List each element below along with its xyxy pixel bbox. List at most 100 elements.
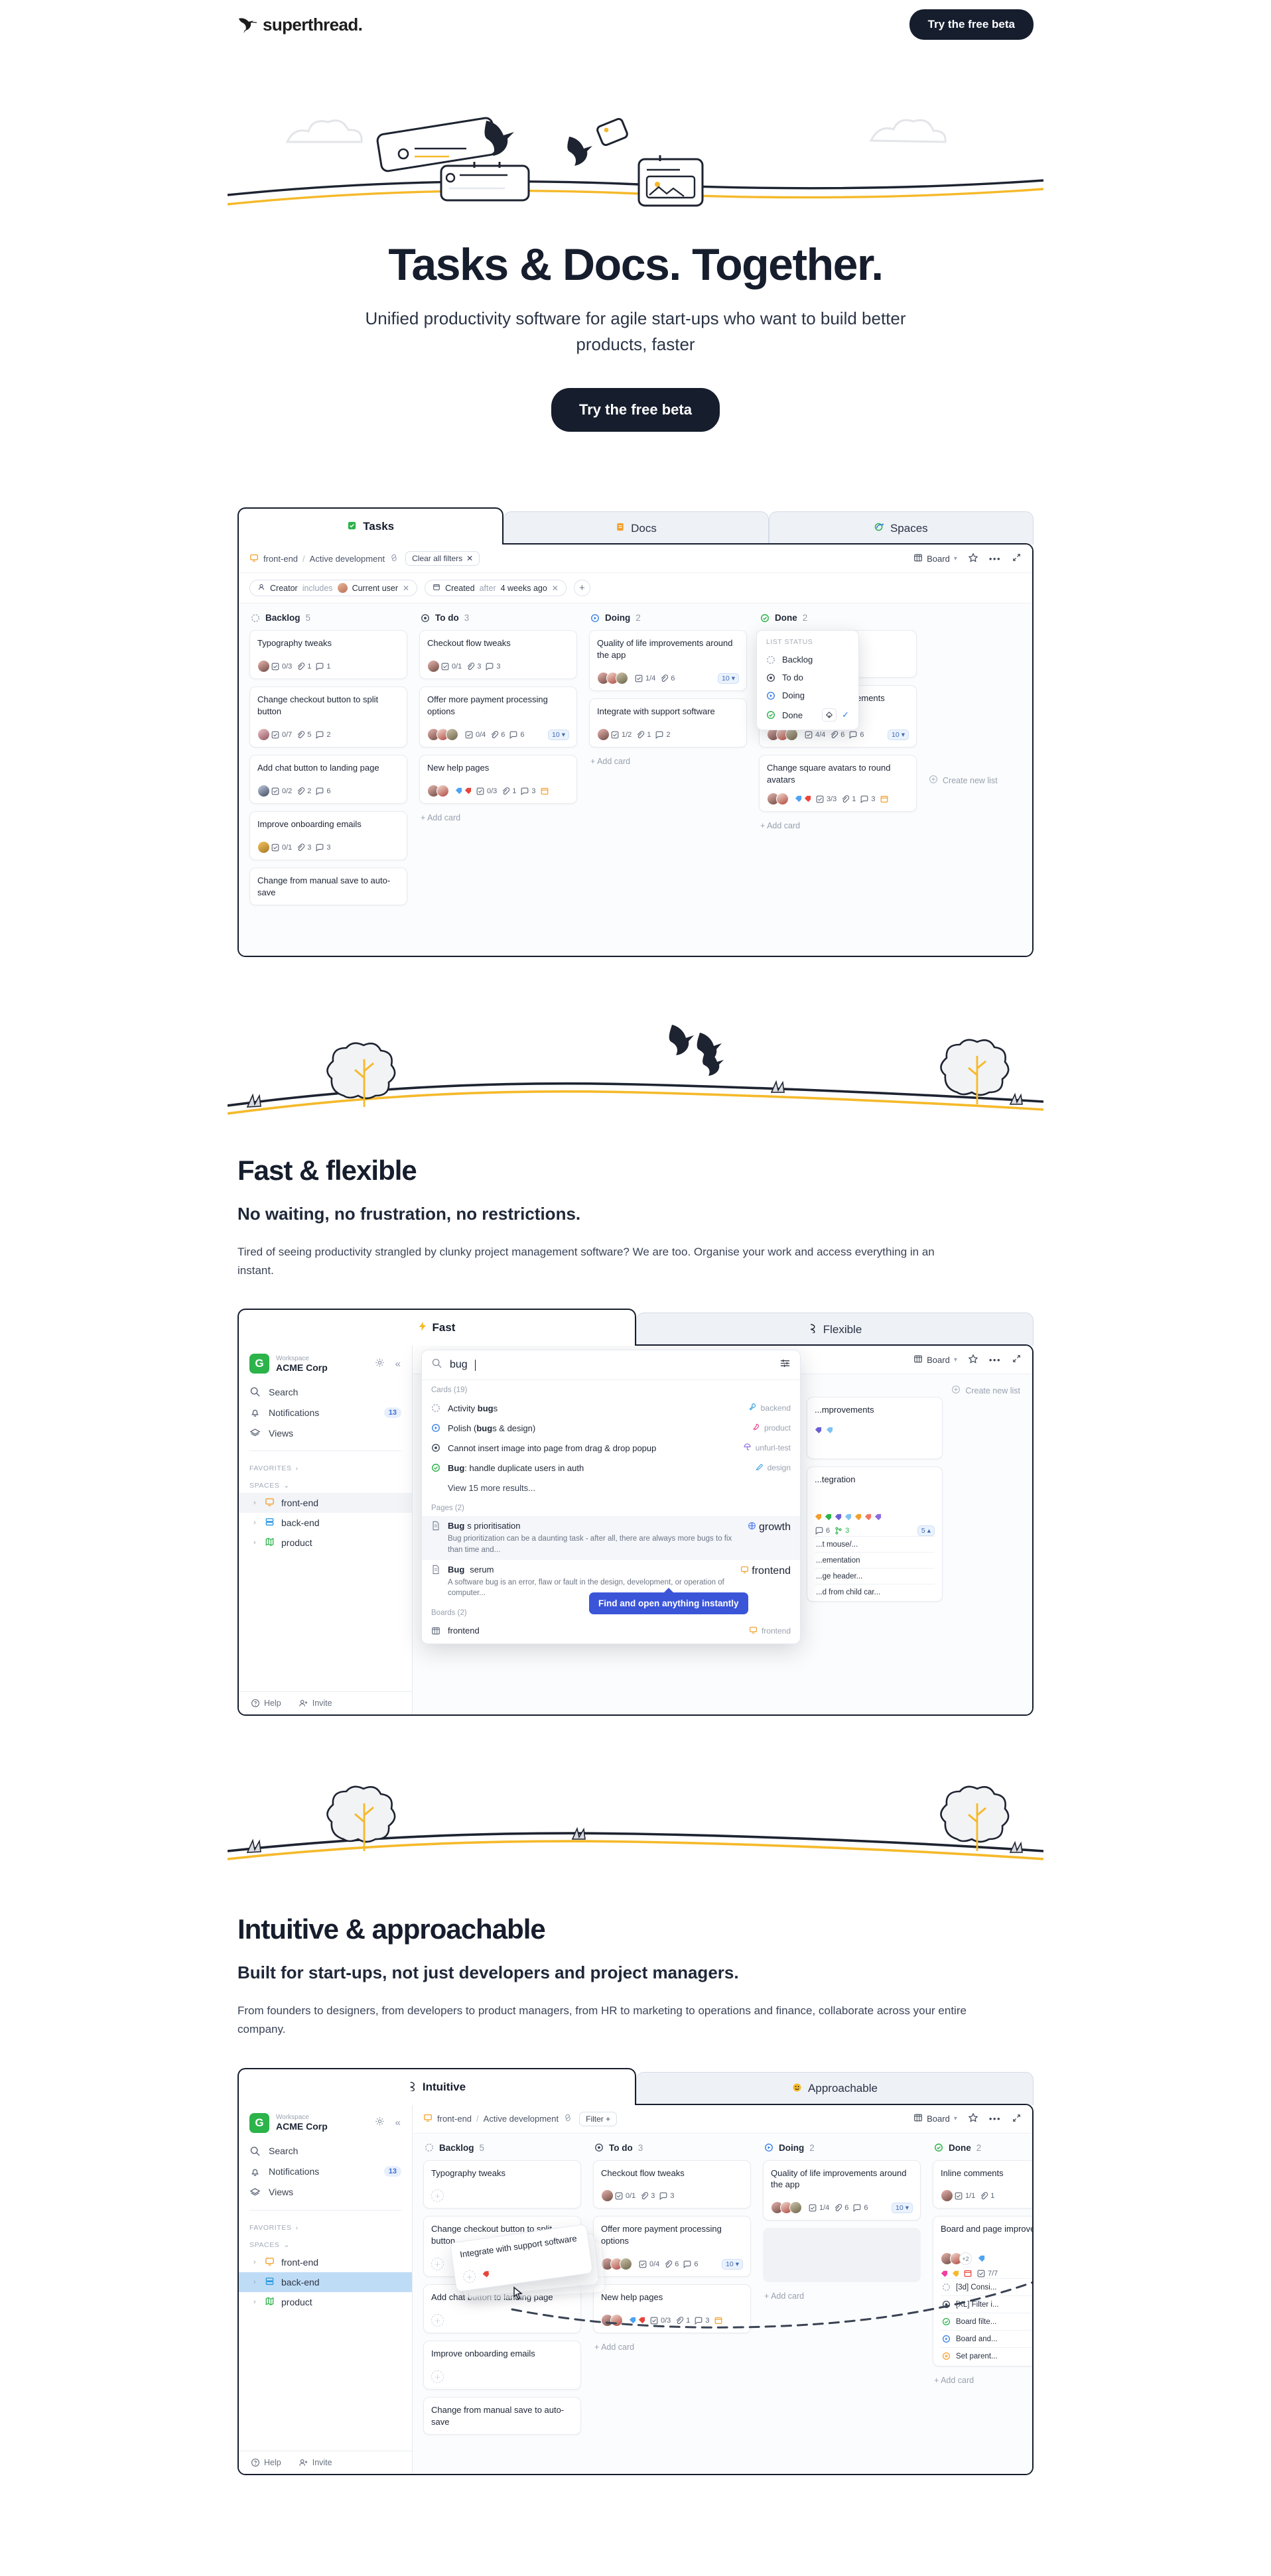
sidebar-group-favorites[interactable]: FAVORITES › [239, 2218, 412, 2235]
sidebar-item-back-end[interactable]: › back-end [239, 2272, 412, 2292]
assign-user-placeholder[interactable]: ＋ [431, 2314, 444, 2327]
breadcrumb-board[interactable]: Active development [484, 2114, 559, 2124]
view-switcher[interactable]: Board ▾ [913, 553, 957, 564]
search-result-card[interactable]: Polish (bugs & design) product [422, 1418, 800, 1438]
tab-flexible[interactable]: Flexible [636, 1313, 1034, 1346]
tab-spaces[interactable]: Spaces [768, 511, 1034, 545]
filter-pill-creator[interactable]: Creator includes Current user ✕ [249, 580, 418, 597]
board-card[interactable]: Typography tweaks 0/3 1 1 [249, 630, 407, 680]
sliders-icon[interactable] [779, 1358, 791, 1372]
assign-user-placeholder[interactable]: ＋ [431, 2258, 444, 2271]
filter-chip[interactable]: Filter + [579, 2111, 618, 2126]
sidebar-item-notifications[interactable]: Notifications 13 [239, 2161, 412, 2182]
chevron-right-icon[interactable]: › [253, 1539, 259, 1547]
tab-intuitive[interactable]: Intuitive [237, 2067, 636, 2105]
add-card-button-todo[interactable]: + Add card [419, 811, 577, 824]
nav-try-free-beta-button[interactable]: Try the free beta [909, 9, 1034, 40]
search-result-card[interactable]: Activity bugs backend [422, 1398, 800, 1418]
create-new-list-button[interactable]: Create new list [929, 613, 998, 946]
star-icon[interactable] [968, 2112, 978, 2125]
board-card[interactable]: ...tegration 6 3 5 ▴ ...t mouse/... ...e… [807, 1466, 943, 1602]
star-icon[interactable] [968, 552, 978, 565]
subtask-row[interactable]: ...d from child car... [815, 1584, 935, 1600]
tab-docs[interactable]: Docs [503, 511, 769, 545]
sidebar-item-product[interactable]: › product [239, 1533, 412, 1553]
board-card[interactable]: Improve onboarding emails 0/1 3 3 [249, 811, 407, 861]
chevron-right-icon[interactable]: › [253, 2278, 259, 2286]
chevron-right-icon[interactable]: › [253, 2258, 259, 2266]
chevron-right-icon[interactable]: › [253, 2298, 259, 2306]
board-card[interactable]: Quality of life improvements around the … [589, 630, 747, 692]
collapse-icon[interactable] [1012, 1354, 1022, 1366]
board-card[interactable]: Change from manual save to auto-save [423, 2397, 581, 2435]
subtask-row[interactable]: [3d] Consi... [941, 2278, 1032, 2295]
chevron-right-icon[interactable]: › [253, 1519, 259, 1527]
breadcrumb[interactable]: front-end / Active development [423, 2113, 572, 2124]
column-header[interactable]: To do 3 [593, 2143, 751, 2153]
breadcrumb-space[interactable]: front-end [263, 554, 298, 564]
paint-bucket-icon[interactable] [822, 708, 837, 722]
breadcrumb[interactable]: front-end / Active development [249, 553, 399, 564]
add-card-button-done[interactable]: + Add card [933, 2374, 1032, 2387]
column-header[interactable]: Doing 2 [763, 2143, 921, 2153]
board-card[interactable]: Change square avatars to round avatars 3… [759, 755, 917, 812]
brand-logo[interactable]: superthread. [237, 15, 363, 35]
link-icon[interactable] [389, 553, 399, 564]
help-button[interactable]: Help [251, 2458, 281, 2467]
subtask-count-pill[interactable]: 10 ▾ [892, 2202, 913, 2213]
tab-tasks[interactable]: Tasks [237, 507, 504, 545]
breadcrumb-space[interactable]: front-end [437, 2114, 472, 2124]
sidebar-item-search[interactable]: Search [239, 1382, 412, 1402]
sidebar-group-spaces[interactable]: SPACES ⌄ [239, 1476, 412, 1493]
avatar-overflow[interactable]: +2 [959, 2252, 972, 2266]
clear-all-filters-chip[interactable]: Clear all filters ✕ [405, 551, 480, 566]
board-card[interactable]: New help pages 0/3 1 3 [593, 2284, 751, 2334]
close-icon[interactable]: ✕ [466, 554, 473, 563]
add-card-button-todo[interactable]: + Add card [593, 2341, 751, 2354]
board-card[interactable]: Improve onboarding emails ＋ [423, 2341, 581, 2390]
more-options-icon[interactable]: ••• [989, 1355, 1001, 1365]
column-header[interactable]: Done 2 [933, 2143, 1032, 2153]
hero-try-free-beta-button[interactable]: Try the free beta [551, 388, 720, 432]
star-icon[interactable] [968, 1354, 978, 1366]
search-result-board[interactable]: frontend frontend [422, 1621, 800, 1643]
subtask-row[interactable]: ...ementation [815, 1552, 935, 1568]
board-card[interactable]: Offer more payment processing options 0/… [593, 2216, 751, 2278]
subtask-count-pill[interactable]: 5 ▴ [917, 1525, 935, 1537]
sidebar-item-back-end[interactable]: › back-end [239, 1513, 412, 1533]
board-card[interactable]: New help pages 0/3 1 3 [419, 755, 577, 805]
add-filter-button[interactable]: + [573, 580, 590, 597]
sidebar-item-search[interactable]: Search [239, 2141, 412, 2161]
tab-fast[interactable]: Fast [237, 1309, 636, 1346]
sidebar-item-notifications[interactable]: Notifications 13 [239, 1402, 412, 1423]
board-card[interactable]: Inline comments 1/1 1 [933, 2159, 1032, 2209]
view-more-results-link[interactable]: View 15 more results... [422, 1478, 800, 1498]
search-result-card[interactable]: Bug: handle duplicate users in auth desi… [422, 1458, 800, 1478]
sidebar-item-views[interactable]: Views [239, 2182, 412, 2203]
subtask-count-pill[interactable]: 10 ▾ [722, 2258, 743, 2270]
column-header[interactable]: To do 3 [419, 613, 577, 623]
add-card-button-done[interactable]: + Add card [759, 819, 917, 832]
board-card[interactable]: Board and page improvements +2 [933, 2216, 1032, 2367]
subtask-count-pill[interactable]: 10 ▾ [718, 673, 739, 684]
search-result-page[interactable]: Bug s prioritisation Bug prioritization c… [422, 1516, 800, 1560]
subtask-row[interactable]: [XL] Filter i... [941, 2295, 1032, 2313]
assign-user-placeholder[interactable]: ＋ [431, 2370, 444, 2384]
board-card[interactable]: ...mprovements [807, 1397, 943, 1460]
search-input[interactable]: bug [450, 1359, 468, 1371]
board-card[interactable]: Add chat button to landing page 0/2 2 6 [249, 755, 407, 805]
collapse-sidebar-icon[interactable]: « [393, 2117, 403, 2128]
invite-button[interactable]: Invite [299, 1699, 332, 1708]
help-button[interactable]: Help [251, 1699, 281, 1708]
breadcrumb-board[interactable]: Active development [310, 554, 385, 564]
assign-user-placeholder[interactable]: ＋ [431, 2189, 444, 2203]
gear-icon[interactable] [373, 1358, 387, 1370]
subtask-row[interactable]: Board filte... [941, 2313, 1032, 2330]
chevron-right-icon[interactable]: › [253, 1499, 259, 1507]
sidebar-group-favorites[interactable]: FAVORITES › [239, 1458, 412, 1476]
board-card[interactable]: Integrate with support software 1/2 1 2 [589, 698, 747, 748]
view-switcher[interactable]: Board ▾ [913, 1354, 957, 1366]
workspace-row[interactable]: G Workspace ACME Corp « [239, 1346, 412, 1382]
more-options-icon[interactable]: ••• [989, 2114, 1001, 2124]
add-card-button-doing[interactable]: + Add card [589, 755, 747, 768]
